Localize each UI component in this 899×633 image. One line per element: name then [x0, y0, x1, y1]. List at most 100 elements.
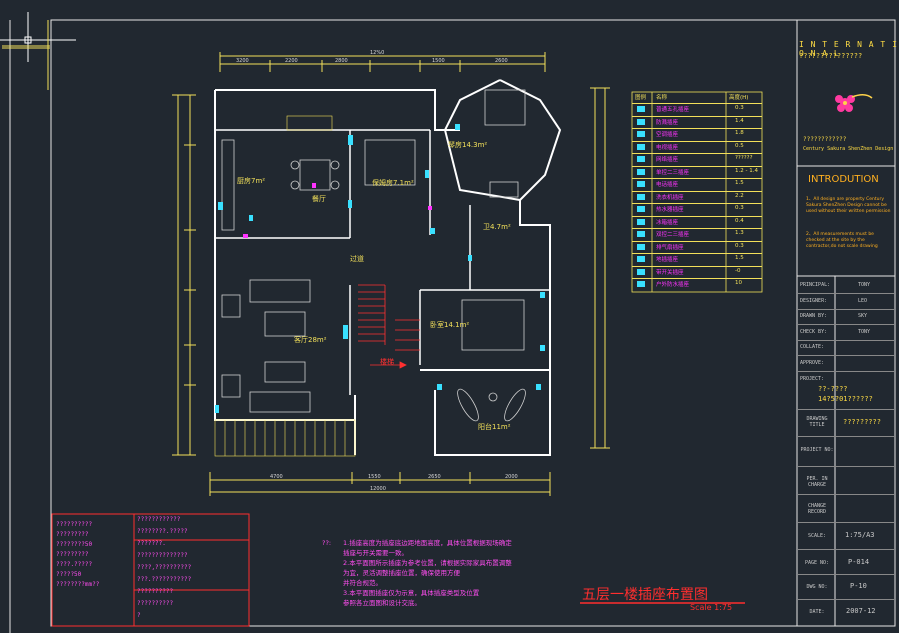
note-line: 并符合规范。 — [343, 579, 382, 587]
legend-row-height: 1.2 - 1.4 — [735, 167, 758, 174]
left-table-cell: ? — [137, 612, 141, 619]
legend-row: 电视插座 0.5 — [632, 140, 762, 153]
legend-row-name: 户外防水插座 — [656, 282, 690, 288]
title-block-row-label: CHECK BY: — [800, 328, 828, 335]
socket-symbol-icon — [637, 256, 645, 262]
note-line: 为宜，灵活调整插座位置，确保使用方便 — [343, 569, 460, 577]
note-line: 2.本平面图所示插座为参考位置，请根据实际家具布置调整 — [343, 559, 512, 567]
room-label-dining: 餐厅 — [312, 195, 326, 203]
tb-divider — [798, 549, 894, 550]
legend-row-divider — [632, 228, 762, 229]
scale-value: 1:75/A3 — [845, 531, 875, 539]
note-line: 参照各立面图和设计交底。 — [343, 599, 421, 607]
room-label-corridor: 过道 — [350, 255, 364, 263]
cad-viewport[interactable]: 厨房7m² 餐厅 保姆房7.1m² 琴房14.3m² 卫4.7m² 过道 客厅2… — [0, 0, 899, 633]
left-table-cell: ?????????? — [137, 600, 174, 607]
legend-row-height: 2.2 — [735, 192, 744, 199]
legend-row-height: 0.3 — [735, 105, 744, 111]
room-label-piano: 琴房14.3m² — [448, 141, 488, 149]
legend-row-height: -0 — [735, 267, 741, 274]
dim-bottom-total: 12000 — [370, 486, 386, 492]
sheet-scale: Scale 1:75 — [690, 603, 733, 612]
legend-row-height: 0.3 — [735, 205, 744, 211]
left-table-col2: ????????????????????.????????????.??????… — [137, 514, 247, 622]
socket-symbol-icon — [637, 156, 645, 162]
legend-row-divider — [632, 165, 762, 167]
drawing-title-value: ????????? — [843, 418, 881, 426]
legend-header-name: 名称 — [656, 95, 668, 101]
legend-row-name: 空调插座 — [656, 132, 679, 138]
legend-row-height: 10 — [735, 280, 742, 286]
legend-row-name: 洗衣机插座 — [656, 194, 684, 201]
tb-divider — [798, 371, 894, 372]
drawing-title-label: DRAWING TITLE — [806, 416, 828, 428]
socket-symbol-icon — [637, 168, 645, 175]
left-table-cell: ????.????? — [56, 561, 93, 568]
legend-row-divider — [632, 190, 762, 192]
legend-row: 空调插座 1.8 — [632, 128, 762, 140]
company-cn2: ???????????? — [803, 136, 847, 143]
left-table-cell: ????????.????? — [137, 528, 188, 535]
legend-header-symbol: 图例 — [635, 95, 647, 101]
dim-bottom-1: 4700 — [270, 474, 283, 480]
room-label-maid: 保姆房7.1m² — [372, 179, 414, 187]
legend-row-name: 冰箱插座 — [656, 219, 679, 226]
room-label-bath: 卫4.7m² — [483, 223, 511, 231]
socket-symbol-icon — [637, 231, 645, 237]
tb-divider — [798, 355, 894, 356]
legend-row-name: 带开关插座 — [656, 269, 684, 276]
project-no-label: PROJECT NO: — [800, 447, 834, 453]
title-block-row-value: SKY — [858, 313, 868, 319]
socket-symbol-icon — [637, 243, 645, 250]
left-table-cell: ???????????? — [137, 516, 181, 523]
tb-divider — [798, 599, 894, 600]
legend-row-name: 电视插座 — [656, 144, 679, 151]
title-block-row-label: DESIGNER: — [800, 297, 828, 304]
note-line: 插座与开关需要一致。 — [343, 549, 408, 557]
legend-row: 户外防水插座 10 — [632, 278, 762, 290]
socket-symbol-icon — [637, 106, 645, 112]
legend-row-height: 0.3 — [735, 242, 744, 249]
title-block-row-label: APPROVE: — [800, 359, 825, 366]
socket-symbol-icon — [637, 143, 645, 150]
tb-divider — [798, 574, 894, 575]
legend-row-name: 热水器插座 — [656, 207, 684, 213]
legend-row-divider — [632, 128, 762, 129]
dim-bottom-2: 1550 — [368, 474, 381, 480]
title-block-row-label: COLLATE: — [800, 344, 825, 350]
title-block-row-value: LEO — [858, 297, 868, 304]
socket-symbol-icon — [637, 181, 645, 187]
dim-bottom-4: 2000 — [505, 474, 518, 480]
intro-1: 1、All design are property Century Sakura… — [806, 197, 891, 214]
dim-top-4: 1500 — [432, 58, 445, 64]
dwg-no-label: DWG NO: — [806, 584, 828, 590]
legend-row-height: 0.4 — [735, 217, 744, 224]
legend-row: 网络插座?????? — [632, 153, 762, 165]
project-value-1: ??-???? — [818, 385, 848, 393]
legend-row-name: 网络插座 — [656, 157, 679, 163]
left-table-cell: ????,?????????? — [137, 564, 192, 571]
dim-bottom-3: 2650 — [428, 474, 441, 480]
legend-row-divider — [632, 203, 762, 204]
tb-divider — [798, 522, 894, 523]
legend-row: 单控二三插座 1.2 - 1.4 — [632, 165, 762, 178]
legend-row-name: 单控二三插座 — [656, 169, 690, 176]
sheet-title: 五层一楼插座布置图 — [582, 587, 708, 603]
page-no-label: PAGE NO: — [804, 560, 830, 566]
left-table-cell: ????????? — [56, 531, 89, 538]
legend-row: 冰箱插座 0.4 — [632, 215, 762, 228]
legend-row: 地插插座 1.5 — [632, 253, 762, 265]
room-label-stairs: 楼梯 — [380, 358, 394, 366]
title-block-row-label: PRINCIPAL: — [800, 282, 831, 288]
legend-row: 热水器插座 0.3 — [632, 203, 762, 215]
legend-row-height: ?????? — [735, 155, 753, 161]
change-record-label: CHANGE RECORD — [807, 503, 827, 515]
tb-divider — [798, 466, 894, 467]
legend-row: 带开关插座 -0 — [632, 265, 762, 278]
legend-row: 普通五孔插座 0.3 — [632, 103, 762, 115]
socket-symbol-icon — [637, 118, 645, 125]
socket-symbol-icon — [637, 281, 645, 287]
left-table-cell: ?????????? — [137, 588, 174, 595]
tb-divider — [798, 308, 894, 310]
legend-row-height: 1.5 — [735, 180, 744, 186]
